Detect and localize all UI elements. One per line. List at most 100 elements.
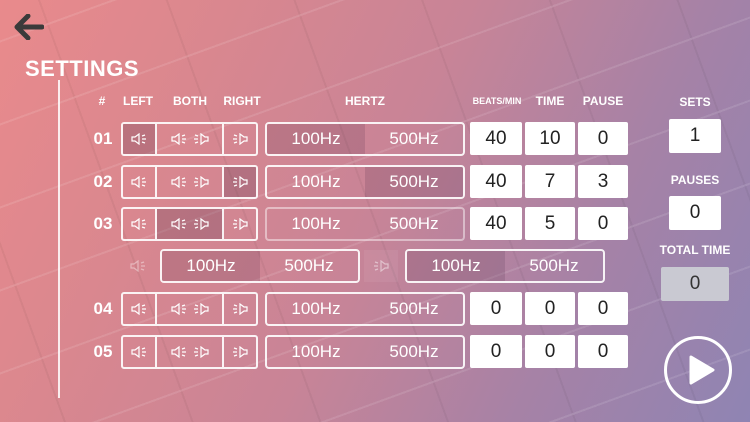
- speaker-left-icon: [130, 260, 145, 272]
- hertz-high-option[interactable]: 500Hz: [365, 209, 463, 239]
- hertz-selector[interactable]: 100Hz 500Hz: [265, 165, 465, 199]
- hertz-high-option[interactable]: 500Hz: [365, 294, 463, 324]
- hertz-low-option[interactable]: 100Hz: [267, 167, 365, 197]
- play-button[interactable]: [664, 336, 732, 404]
- speaker-right-icon: [193, 176, 209, 188]
- row-number: 04: [93, 299, 113, 318]
- channel-left-button[interactable]: [123, 209, 157, 239]
- speaker-left-icon: [170, 133, 186, 145]
- split-right-hertz-high[interactable]: 500Hz: [505, 251, 603, 281]
- hertz-selector[interactable]: 100Hz 500Hz: [265, 292, 465, 326]
- speaker-right-icon: [233, 176, 248, 188]
- speaker-left-icon: [131, 346, 146, 358]
- time-field[interactable]: 0: [525, 292, 575, 325]
- time-field[interactable]: 7: [525, 165, 575, 198]
- channel-left-button[interactable]: [123, 294, 157, 324]
- header-both: BOTH: [173, 94, 207, 108]
- channel-both-button[interactable]: [157, 167, 224, 197]
- hertz-high-option[interactable]: 500Hz: [365, 337, 463, 367]
- split-left-hertz-high[interactable]: 500Hz: [260, 251, 358, 281]
- split-right-hertz-low[interactable]: 100Hz: [407, 251, 505, 281]
- back-button[interactable]: [14, 13, 45, 41]
- pauses-field[interactable]: 0: [669, 196, 721, 230]
- time-field[interactable]: 10: [525, 122, 575, 155]
- back-arrow-icon: [14, 13, 45, 41]
- channel-right-button[interactable]: [224, 337, 256, 367]
- channel-selector[interactable]: [121, 292, 258, 326]
- channel-both-button[interactable]: [157, 294, 224, 324]
- pauses-label: PAUSES: [670, 173, 720, 187]
- bpm-field[interactable]: 40: [470, 207, 522, 240]
- play-icon: [689, 355, 715, 385]
- pause-field[interactable]: 0: [578, 122, 628, 155]
- channel-right-button[interactable]: [224, 209, 256, 239]
- header-left: LEFT: [123, 94, 153, 108]
- split-left-hertz-low[interactable]: 100Hz: [162, 251, 260, 281]
- header-bpm: BEATS/MIN: [472, 96, 522, 106]
- speaker-left-icon: [170, 346, 186, 358]
- split-left-speaker: [121, 250, 155, 282]
- hertz-low-option[interactable]: 100Hz: [267, 337, 365, 367]
- channel-right-button[interactable]: [224, 124, 256, 154]
- bpm-field[interactable]: 40: [470, 165, 522, 198]
- hertz-selector[interactable]: 100Hz 500Hz: [265, 207, 465, 241]
- bpm-field[interactable]: 0: [470, 292, 522, 325]
- speaker-left-icon: [131, 303, 146, 315]
- header-right: RIGHT: [223, 94, 261, 108]
- channel-both-button[interactable]: [157, 209, 224, 239]
- header-time: TIME: [535, 94, 565, 108]
- row-number: 02: [93, 172, 113, 191]
- sets-label: SETS: [679, 95, 711, 109]
- channel-both-button[interactable]: [157, 124, 224, 154]
- hertz-high-option[interactable]: 500Hz: [365, 167, 463, 197]
- sets-field[interactable]: 1: [669, 119, 721, 153]
- speaker-right-icon: [233, 346, 248, 358]
- speaker-left-icon: [131, 133, 146, 145]
- row-number: 01: [93, 129, 113, 148]
- channel-left-button[interactable]: [123, 167, 157, 197]
- speaker-right-icon: [233, 218, 248, 230]
- split-left-hertz-selector[interactable]: 100Hz 500Hz: [160, 249, 360, 283]
- speaker-right-icon: [193, 133, 209, 145]
- divider-line: [58, 80, 60, 398]
- speaker-left-icon: [170, 176, 186, 188]
- bpm-field[interactable]: 40: [470, 122, 522, 155]
- hertz-high-option[interactable]: 500Hz: [365, 124, 463, 154]
- hertz-selector[interactable]: 100Hz 500Hz: [265, 335, 465, 369]
- header-hertz: HERTZ: [345, 94, 385, 108]
- pause-field[interactable]: 3: [578, 165, 628, 198]
- channel-both-button[interactable]: [157, 337, 224, 367]
- pause-field[interactable]: 0: [578, 207, 628, 240]
- hertz-low-option[interactable]: 100Hz: [267, 124, 365, 154]
- speaker-right-icon: [193, 303, 209, 315]
- header-pause: PAUSE: [582, 94, 624, 108]
- hertz-low-option[interactable]: 100Hz: [267, 209, 365, 239]
- channel-selector[interactable]: [121, 207, 258, 241]
- split-right-speaker: [364, 250, 398, 282]
- channel-selector[interactable]: [121, 335, 258, 369]
- channel-left-button[interactable]: [123, 337, 157, 367]
- channel-selector[interactable]: [121, 122, 258, 156]
- time-field[interactable]: 5: [525, 207, 575, 240]
- pause-field[interactable]: 0: [578, 292, 628, 325]
- page-title: SETTINGS: [25, 56, 140, 81]
- speaker-left-icon: [131, 218, 146, 230]
- channel-selector[interactable]: [121, 165, 258, 199]
- speaker-left-icon: [131, 176, 146, 188]
- time-field[interactable]: 0: [525, 335, 575, 368]
- speaker-right-icon: [193, 346, 209, 358]
- channel-right-button[interactable]: [224, 167, 256, 197]
- bpm-field[interactable]: 0: [470, 335, 522, 368]
- pause-field[interactable]: 0: [578, 335, 628, 368]
- hertz-selector[interactable]: 100Hz 500Hz: [265, 122, 465, 156]
- speaker-right-icon: [233, 133, 248, 145]
- channel-right-button[interactable]: [224, 294, 256, 324]
- speaker-right-icon: [374, 260, 389, 272]
- row-number: 03: [93, 214, 113, 233]
- split-right-hertz-selector[interactable]: 100Hz 500Hz: [405, 249, 605, 283]
- speaker-left-icon: [170, 218, 186, 230]
- speaker-left-icon: [170, 303, 186, 315]
- channel-left-button[interactable]: [123, 124, 157, 154]
- hertz-low-option[interactable]: 100Hz: [267, 294, 365, 324]
- speaker-right-icon: [193, 218, 209, 230]
